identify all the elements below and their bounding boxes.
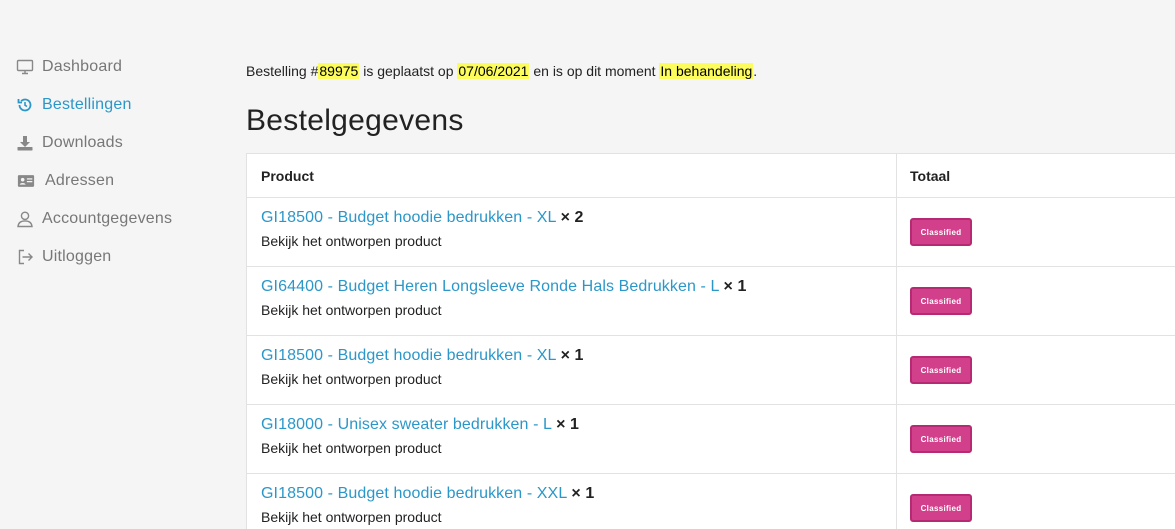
history-icon xyxy=(16,96,34,114)
product-link[interactable]: GI18500 - Budget hoodie bedrukken - XL xyxy=(261,209,557,226)
sidebar-item-label: Dashboard xyxy=(42,58,123,75)
classified-badge: Classified xyxy=(910,425,972,453)
product-cell: GI18500 - Budget hoodie bedrukken - XXL ×… xyxy=(247,474,897,529)
logout-icon xyxy=(16,248,34,266)
total-cell: Classified xyxy=(897,336,1175,404)
column-header-total: Totaal xyxy=(910,167,951,184)
monitor-icon xyxy=(16,58,34,76)
product-cell: GI64400 - Budget Heren Longsleeve Ronde … xyxy=(247,267,897,335)
notice-prefix: Bestelling # xyxy=(246,63,319,79)
notice-status-text: en is op dit moment xyxy=(529,63,660,79)
account-navigation: Dashboard Bestellingen Downloads Adresse… xyxy=(0,48,230,276)
notice-placed-text: is geplaatst op xyxy=(359,63,458,79)
download-icon xyxy=(16,134,34,152)
sidebar-item-adressen[interactable]: Adressen xyxy=(0,162,230,200)
product-link[interactable]: GI18500 - Budget hoodie bedrukken - XXL xyxy=(261,485,567,502)
product-link[interactable]: GI18000 - Unisex sweater bedrukken - L xyxy=(261,416,552,433)
sidebar-item-label: Adressen xyxy=(45,172,115,189)
total-cell: Classified xyxy=(897,474,1175,529)
product-cell: GI18500 - Budget hoodie bedrukken - XL × … xyxy=(247,198,897,266)
order-number: 89975 xyxy=(318,63,360,79)
order-details-table: Product Totaal GI18500 - Budget hoodie b… xyxy=(246,153,1175,529)
total-cell: Classified xyxy=(897,267,1175,335)
address-card-icon xyxy=(16,172,36,190)
sidebar-item-label: Downloads xyxy=(42,134,123,151)
table-row: GI18500 - Budget hoodie bedrukken - XL × … xyxy=(247,336,1175,405)
total-cell: Classified xyxy=(897,198,1175,266)
user-icon xyxy=(16,210,34,228)
sidebar-item-label: Uitloggen xyxy=(42,248,112,265)
view-designed-product-link[interactable]: Bekijk het ontworpen product xyxy=(261,509,442,525)
view-designed-product-link[interactable]: Bekijk het ontworpen product xyxy=(261,440,442,456)
product-cell: GI18500 - Budget hoodie bedrukken - XL × … xyxy=(247,336,897,404)
view-designed-product-link[interactable]: Bekijk het ontworpen product xyxy=(261,371,442,387)
product-cell: GI18000 - Unisex sweater bedrukken - L × … xyxy=(247,405,897,473)
product-quantity: × 1 xyxy=(571,485,595,502)
order-status: In behandeling xyxy=(659,63,754,79)
order-status-notice: Bestelling #89975 is geplaatst op 07/06/… xyxy=(246,63,757,79)
column-header-product: Product xyxy=(247,154,897,197)
table-header: Product Totaal xyxy=(247,154,1175,198)
product-quantity: × 2 xyxy=(560,209,584,226)
product-link[interactable]: GI64400 - Budget Heren Longsleeve Ronde … xyxy=(261,278,720,295)
product-link[interactable]: GI18500 - Budget hoodie bedrukken - XL xyxy=(261,347,557,364)
sidebar-item-dashboard[interactable]: Dashboard xyxy=(0,48,230,86)
table-row: GI18000 - Unisex sweater bedrukken - L × … xyxy=(247,405,1175,474)
table-row: GI18500 - Budget hoodie bedrukken - XXL ×… xyxy=(247,474,1175,529)
classified-badge: Classified xyxy=(910,494,972,522)
classified-badge: Classified xyxy=(910,287,972,315)
view-designed-product-link[interactable]: Bekijk het ontworpen product xyxy=(261,302,442,318)
sidebar-item-accountgegevens[interactable]: Accountgegevens xyxy=(0,200,230,238)
product-quantity: × 1 xyxy=(560,347,584,364)
sidebar-item-label: Bestellingen xyxy=(42,96,132,113)
order-date: 07/06/2021 xyxy=(457,63,530,79)
product-quantity: × 1 xyxy=(556,416,580,433)
sidebar-item-uitloggen[interactable]: Uitloggen xyxy=(0,238,230,276)
notice-suffix: . xyxy=(753,63,758,79)
sidebar-item-bestellingen[interactable]: Bestellingen xyxy=(0,86,230,124)
total-cell: Classified xyxy=(897,405,1175,473)
view-designed-product-link[interactable]: Bekijk het ontworpen product xyxy=(261,233,442,249)
product-quantity: × 1 xyxy=(723,278,747,295)
table-row: GI18500 - Budget hoodie bedrukken - XL × … xyxy=(247,198,1175,267)
page-title: Bestelgegevens xyxy=(246,104,464,137)
sidebar-item-downloads[interactable]: Downloads xyxy=(0,124,230,162)
classified-badge: Classified xyxy=(910,356,972,384)
table-row: GI64400 - Budget Heren Longsleeve Ronde … xyxy=(247,267,1175,336)
sidebar-item-label: Accountgegevens xyxy=(42,210,173,227)
classified-badge: Classified xyxy=(910,218,972,246)
